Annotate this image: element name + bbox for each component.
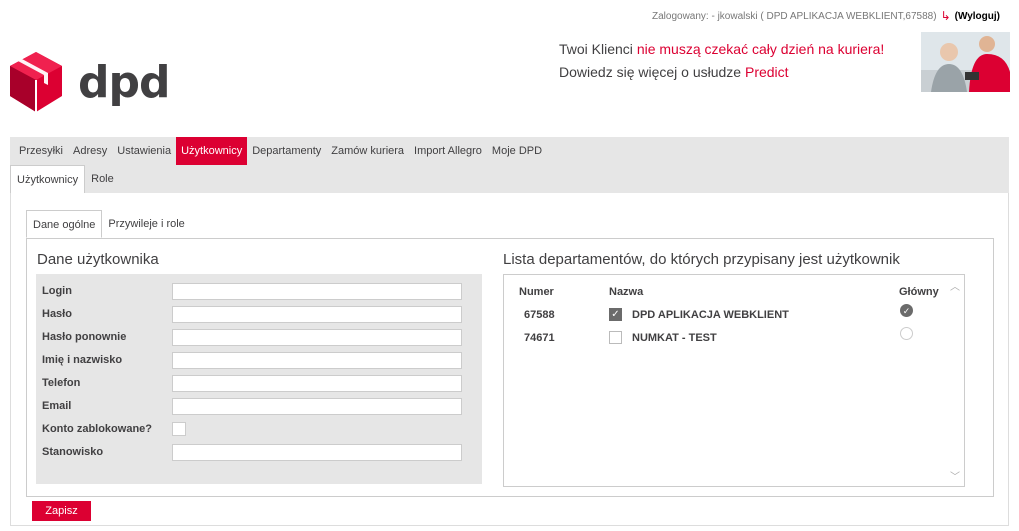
- form-row-full-name: Imię i nazwisko: [42, 351, 472, 369]
- dept-checkbox[interactable]: ✓: [609, 308, 622, 321]
- form-row-password: Hasło: [42, 305, 472, 323]
- promo-text: Twoi Klienci: [559, 41, 637, 57]
- nav-item-zamow-kuriera[interactable]: Zamów kuriera: [326, 137, 409, 165]
- nav-item-uzytkownicy[interactable]: Użytkownicy: [176, 137, 248, 165]
- logo-text: dpd: [78, 56, 170, 108]
- password-input[interactable]: [172, 305, 462, 323]
- dept-name: NUMKAT - TEST: [632, 332, 717, 344]
- form-row-blocked: Konto zablokowane?: [42, 420, 472, 438]
- promo-photo[interactable]: [921, 32, 1010, 92]
- nav-item-departamenty[interactable]: Departamenty: [247, 137, 326, 165]
- form-row-position: Stanowisko: [42, 443, 472, 461]
- login-input[interactable]: [172, 282, 462, 300]
- email-input[interactable]: [172, 397, 462, 415]
- nav-item-import-allegro[interactable]: Import Allegro: [409, 137, 487, 165]
- col-number-header: Numer: [519, 286, 554, 298]
- position-input[interactable]: [172, 443, 462, 461]
- user-tabs: Dane ogólne Przywileje i role: [26, 210, 191, 238]
- logged-in-text: Zalogowany: - jkowalski ( DPD APLIKACJA …: [652, 10, 937, 22]
- dpd-logo[interactable]: dpd: [8, 50, 170, 114]
- predict-link[interactable]: Predict: [745, 64, 789, 80]
- nav-item-ustawienia[interactable]: Ustawienia: [112, 137, 176, 165]
- nav-item-przesylki[interactable]: Przesyłki: [14, 137, 68, 165]
- position-label: Stanowisko: [42, 446, 104, 458]
- cube-logo-icon: [10, 52, 62, 112]
- phone-input[interactable]: [172, 374, 462, 392]
- full-name-input[interactable]: [172, 351, 462, 369]
- full-name-label: Imię i nazwisko: [42, 354, 123, 366]
- user-bar: Zalogowany: - jkowalski ( DPD APLIKACJA …: [652, 9, 1000, 23]
- blocked-label: Konto zablokowane?: [42, 423, 152, 435]
- subnav-item-uzytkownicy[interactable]: Użytkownicy: [10, 165, 86, 193]
- dept-number: 74671: [524, 332, 555, 344]
- password-label: Hasło: [42, 308, 72, 320]
- departments-title: Lista departamentów, do których przypisa…: [503, 251, 900, 268]
- logout-link[interactable]: (Wyloguj): [955, 11, 1000, 22]
- main-dept-radio[interactable]: ✓: [900, 304, 913, 317]
- password-repeat-label: Hasło ponownie: [42, 331, 127, 343]
- password-repeat-input[interactable]: [172, 328, 462, 346]
- phone-label: Telefon: [42, 377, 81, 389]
- dept-checkbox[interactable]: [609, 331, 622, 344]
- dept-number: 67588: [524, 309, 555, 321]
- login-label: Login: [42, 285, 72, 297]
- promo-banner[interactable]: Twoi Klienci nie muszą czekać cały dzień…: [559, 38, 884, 84]
- departments-list[interactable]: Numer Nazwa Główny 67588 ✓ DPD APLIKACJA…: [503, 274, 965, 487]
- nav-item-adresy[interactable]: Adresy: [68, 137, 112, 165]
- save-button[interactable]: Zapisz: [32, 501, 91, 521]
- user-form: Login Hasło Hasło ponownie Imię i nazwis…: [36, 274, 482, 484]
- subnav-item-role[interactable]: Role: [85, 165, 120, 193]
- user-data-title: Dane użytkownika: [37, 251, 159, 268]
- main-nav: Przesyłki Adresy Ustawienia Użytkownicy …: [10, 137, 1009, 165]
- email-label: Email: [42, 400, 72, 412]
- scroll-up-icon[interactable]: ︿: [950, 278, 960, 293]
- promo-highlight: nie muszą czekać cały dzień na kuriera!: [636, 41, 885, 57]
- form-row-password-repeat: Hasło ponownie: [42, 328, 472, 346]
- sub-nav: Użytkownicy Role: [10, 165, 1009, 193]
- form-row-phone: Telefon: [42, 374, 472, 392]
- blocked-checkbox[interactable]: [172, 422, 186, 436]
- col-name-header: Nazwa: [609, 286, 644, 298]
- nav-item-moje-dpd[interactable]: Moje DPD: [487, 137, 547, 165]
- col-main-header: Główny: [899, 286, 939, 298]
- tab-dane-ogolne[interactable]: Dane ogólne: [26, 210, 103, 238]
- form-row-login: Login: [42, 282, 472, 300]
- promo-text: Dowiedz się więcej o usłudze: [559, 64, 745, 80]
- logout-icon[interactable]: ↳: [941, 9, 951, 23]
- tab-przywileje-i-role[interactable]: Przywileje i role: [102, 210, 190, 238]
- dept-name: DPD APLIKACJA WEBKLIENT: [632, 309, 789, 321]
- main-dept-radio[interactable]: [900, 327, 913, 340]
- scroll-down-icon[interactable]: ﹀: [950, 468, 960, 483]
- form-row-email: Email: [42, 397, 472, 415]
